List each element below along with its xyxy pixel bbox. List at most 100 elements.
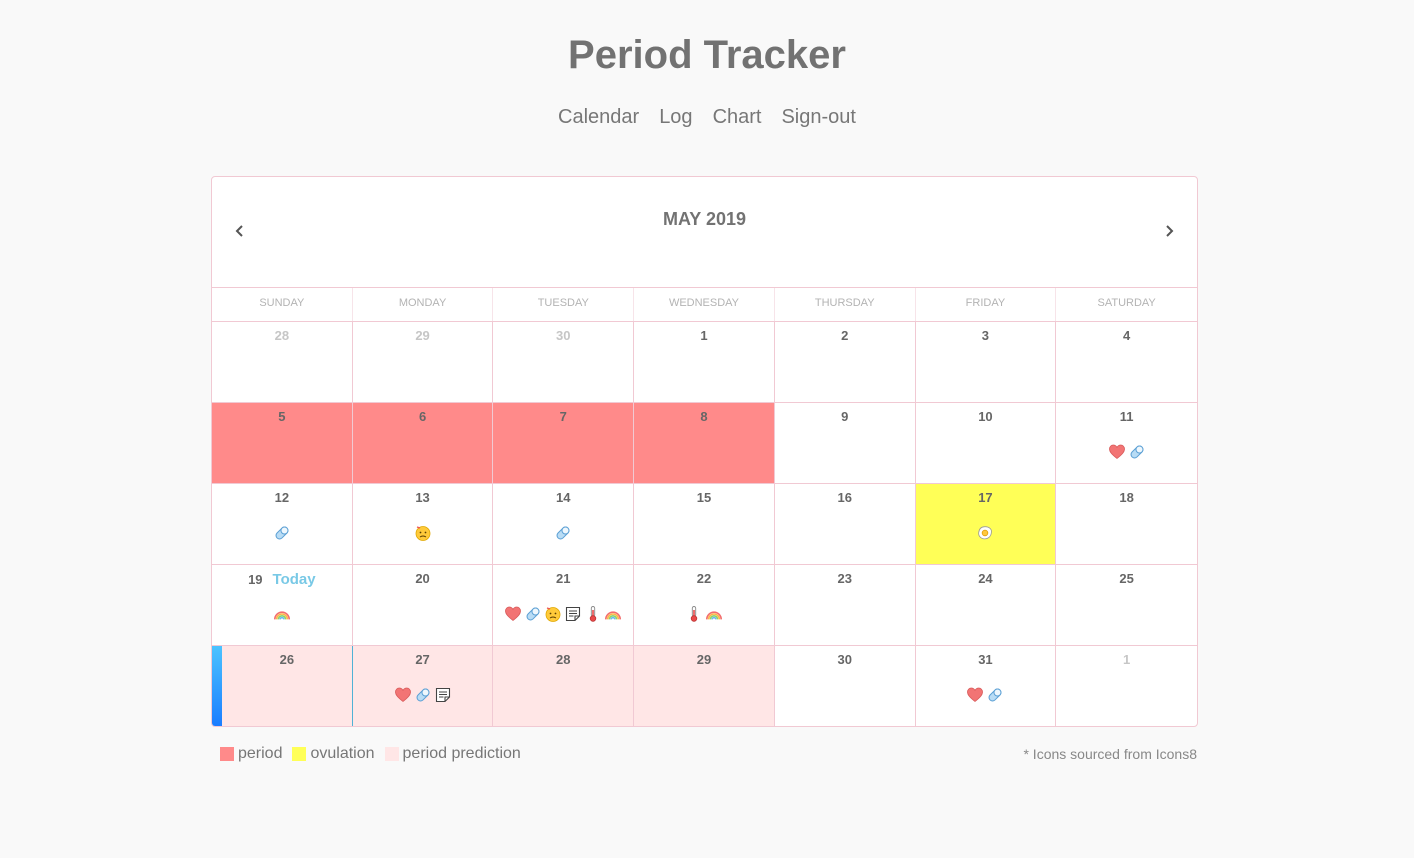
day-number-container: 6 [353, 409, 493, 424]
day-cell[interactable]: 29 [352, 322, 494, 403]
day-number: 30 [837, 652, 852, 667]
day-cell[interactable]: 27 [352, 646, 494, 726]
day-cell[interactable]: 31 [916, 646, 1057, 726]
day-number-container: 1 [634, 328, 774, 343]
day-number-container: 13 [353, 490, 493, 505]
day-number-container: 10 [916, 409, 1056, 424]
day-number-container: 15 [634, 490, 774, 505]
heart-icon [1108, 443, 1126, 461]
day-icons [1056, 443, 1197, 461]
weekday-label: FRIDAY [916, 288, 1057, 321]
legend-item-ovulation: ovulation [292, 745, 375, 763]
calendar: MAY 2019 SUNDAY MONDAY TUESDAY WEDNESDAY… [211, 176, 1198, 727]
day-number-container: 23 [775, 571, 915, 586]
egg-icon [976, 524, 994, 542]
day-number: 27 [415, 652, 430, 667]
day-cell[interactable]: 25 [1056, 565, 1197, 646]
day-number-container: 4 [1056, 328, 1197, 343]
day-cell-today[interactable]: 19 Today [212, 565, 353, 646]
day-cell[interactable]: 3 [915, 322, 1057, 403]
day-icons [353, 686, 493, 704]
day-number: 1 [700, 328, 708, 343]
day-number: 21 [556, 571, 571, 586]
day-number: 5 [278, 409, 286, 424]
day-number-container: 24 [916, 571, 1056, 586]
nav-calendar-link[interactable]: Calendar [558, 104, 639, 130]
legend-item-prediction: period prediction [384, 745, 521, 763]
nav-log-link[interactable]: Log [659, 104, 692, 130]
day-cell[interactable]: 8 [634, 403, 775, 484]
day-number-container: 11 [1056, 409, 1197, 424]
day-cell[interactable]: 24 [915, 565, 1057, 646]
day-number-container: 8 [634, 409, 774, 424]
day-cell[interactable]: 16 [774, 484, 916, 565]
main-nav: Calendar Log Chart Sign-out [0, 104, 1414, 130]
day-cell[interactable]: 5 [212, 403, 353, 484]
day-cell[interactable]: 29 [634, 646, 775, 726]
month-label: MAY 2019 [662, 209, 747, 229]
day-number-container: 12 [212, 490, 352, 505]
selection-marker [212, 646, 222, 726]
day-cell[interactable]: 17 [915, 484, 1057, 565]
day-icons [916, 686, 1056, 704]
legend-label: period prediction [402, 745, 521, 762]
day-cell[interactable]: 14 [493, 484, 635, 565]
day-number-container: 20 [353, 571, 493, 586]
calendar-grid: 28 29 30 1 2 3 4 5 6 7 8 9 10 11 12 13 14 15 16 17 18 19 Today… [212, 322, 1197, 726]
day-cell[interactable]: 30 [493, 322, 635, 403]
weekday-label: THURSDAY [775, 288, 916, 321]
day-number-container: 14 [493, 490, 633, 505]
day-cell[interactable]: 10 [915, 403, 1057, 484]
legend-label: ovulation [310, 745, 375, 762]
weekday-label: MONDAY [353, 288, 494, 321]
day-number-container: 25 [1056, 571, 1197, 586]
day-cell[interactable]: 23 [774, 565, 916, 646]
day-number-container: 29 [634, 652, 774, 667]
day-cell[interactable]: 7 [493, 403, 635, 484]
pill-icon [554, 524, 572, 542]
day-cell[interactable]: 26 [212, 646, 353, 726]
pill-icon [1128, 443, 1146, 461]
rainbow-icon [604, 605, 622, 623]
page-title: Period Tracker [568, 33, 846, 77]
day-cell[interactable]: 30 [775, 646, 916, 726]
legend: period ovulation period prediction [220, 745, 531, 763]
day-cell[interactable]: 20 [352, 565, 494, 646]
day-cell[interactable]: 28 [493, 646, 635, 726]
day-cell[interactable]: 2 [774, 322, 916, 403]
day-cell[interactable]: 15 [634, 484, 775, 565]
day-cell[interactable]: 9 [774, 403, 916, 484]
day-number-container: 30 [493, 328, 633, 343]
day-number: 17 [978, 490, 993, 505]
day-cell[interactable]: 28 [212, 322, 353, 403]
day-cell[interactable]: 18 [1056, 484, 1197, 565]
day-number: 20 [415, 571, 430, 586]
day-number-container: 7 [493, 409, 633, 424]
day-number: 19 [248, 572, 263, 587]
day-cell[interactable]: 13 [352, 484, 494, 565]
day-number: 13 [415, 490, 430, 505]
day-cell[interactable]: 22 [634, 565, 775, 646]
day-number-container: 19 Today [212, 571, 352, 588]
day-number-container: 9 [775, 409, 915, 424]
day-number: 25 [1119, 571, 1134, 586]
day-number-container: 3 [916, 328, 1056, 343]
day-number-container: 30 [775, 652, 915, 667]
day-number-container: 21 [493, 571, 633, 586]
day-cell[interactable]: 1 [1056, 646, 1197, 726]
day-cell[interactable]: 6 [352, 403, 494, 484]
day-icons [353, 524, 493, 542]
weekday-label: TUESDAY [493, 288, 635, 321]
day-number-container: 27 [353, 652, 493, 667]
day-cell[interactable]: 21 [493, 565, 635, 646]
day-cell[interactable]: 12 [212, 484, 353, 565]
nav-chart-link[interactable]: Chart [713, 104, 762, 130]
day-number: 3 [981, 328, 990, 343]
day-cell[interactable]: 11 [1056, 403, 1197, 484]
day-cell[interactable]: 1 [634, 322, 775, 403]
next-month-button[interactable] [1159, 221, 1179, 241]
day-cell[interactable]: 4 [1056, 322, 1197, 403]
sick-face-icon [544, 605, 562, 623]
day-number: 11 [1119, 409, 1134, 424]
nav-sign-out-link[interactable]: Sign-out [781, 104, 856, 130]
